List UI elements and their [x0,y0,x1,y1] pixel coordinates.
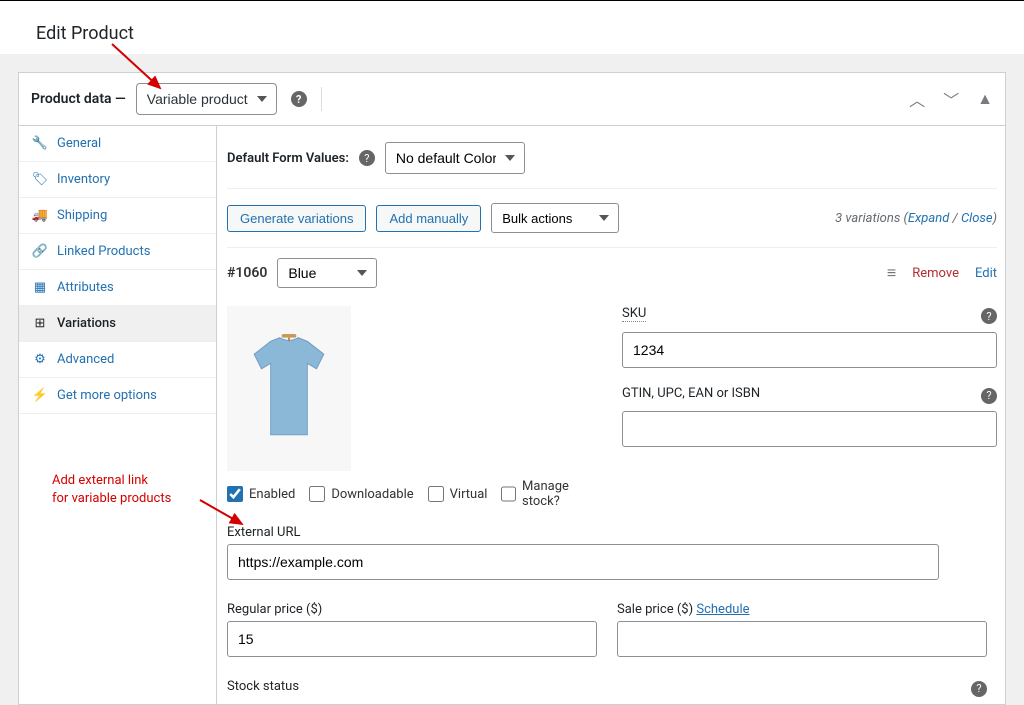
help-icon[interactable]: ? [981,388,997,404]
sale-price-label: Sale price ($) Schedule [617,602,987,617]
help-icon[interactable]: ? [359,150,375,166]
stock-status-label: Stock status [227,679,299,694]
remove-link[interactable]: Remove [912,266,959,281]
sidebar-item-variations[interactable]: ⊞ Variations [19,306,216,342]
wrench-icon: 🔧 [31,136,49,151]
variation-id: #1060 [227,265,267,281]
truck-icon: 🚚 [31,208,49,223]
check-label: Enabled [249,487,295,502]
check-label: Downloadable [331,487,413,502]
manage-stock-checkbox[interactable]: Manage stock? [501,479,602,509]
gear-icon: ⚙ [31,352,49,367]
grid-icon: ▦ [31,280,49,295]
sku-input[interactable] [622,332,997,368]
variation-color-select[interactable]: Blue [277,258,377,288]
arrow-annotation-icon [108,40,168,96]
main-content: Default Form Values: ? No default Color.… [217,126,1005,704]
help-icon[interactable]: ? [291,91,307,107]
regular-price-label: Regular price ($) [227,602,597,617]
chevron-up-icon[interactable]: ︿ [909,87,925,111]
chevron-down-icon[interactable]: ﹀ [943,87,959,111]
sidebar-item-attributes[interactable]: ▦ Attributes [19,270,216,306]
divider [321,87,322,111]
add-manually-button[interactable]: Add manually [376,205,481,232]
sidebar-item-label: Inventory [57,172,110,187]
sidebar-item-label: Shipping [57,208,107,223]
sidebar-item-label: Linked Products [57,244,150,259]
variations-icon: ⊞ [31,316,49,331]
expand-link[interactable]: Expand [908,211,949,226]
sidebar-item-inventory[interactable]: 🏷 Inventory [19,162,216,198]
default-form-label: Default Form Values: [227,151,349,166]
sidebar-item-label: General [57,136,101,151]
help-icon[interactable]: ? [981,308,997,324]
arrow-annotation-icon [196,496,248,530]
external-url-label: External URL [227,525,997,540]
sidebar-item-more[interactable]: ⚡ Get more options [19,378,216,414]
sidebar-item-label: Variations [57,316,116,331]
sale-price-input[interactable] [617,621,987,657]
annotation-text: Add external link for variable products [52,472,171,508]
sidebar-item-label: Get more options [57,388,157,403]
sidebar-item-linked[interactable]: 🔗 Linked Products [19,234,216,270]
product-image[interactable] [227,306,351,471]
downloadable-checkbox[interactable]: Downloadable [309,486,413,502]
gtin-label: GTIN, UPC, EAN or ISBN [622,386,760,401]
tag-icon: 🏷 [31,172,49,187]
menu-icon[interactable]: ≡ [887,263,896,283]
schedule-link[interactable]: Schedule [696,602,749,617]
edit-link[interactable]: Edit [975,266,997,281]
sidebar: 🔧 General 🏷 Inventory 🚚 Shipping 🔗 Linked Pr… [19,126,217,704]
bulk-actions-select[interactable]: Bulk actions [491,203,619,233]
sidebar-item-shipping[interactable]: 🚚 Shipping [19,198,216,234]
virtual-checkbox[interactable]: Virtual [428,486,488,502]
external-url-input[interactable] [227,544,939,580]
sidebar-item-advanced[interactable]: ⚙ Advanced [19,342,216,378]
check-label: Virtual [450,487,488,502]
generate-variations-button[interactable]: Generate variations [227,205,366,232]
sku-label: SKU [622,306,646,322]
link-icon: 🔗 [31,244,49,259]
check-label: Manage stock? [522,479,602,509]
collapse-icon[interactable]: ▲ [977,89,993,109]
product-data-panel: Product data — Variable product ? ︿ ﹀ ▲ … [18,72,1006,705]
help-icon[interactable]: ? [971,681,987,697]
default-color-select[interactable]: No default Color... [385,142,525,174]
regular-price-input[interactable] [227,621,597,657]
sidebar-item-general[interactable]: 🔧 General [19,126,216,162]
sidebar-item-label: Advanced [57,352,114,367]
close-link[interactable]: Close [961,211,993,226]
variations-count: 3 variations (Expand / Close) [835,211,997,226]
sidebar-item-label: Attributes [57,280,114,295]
bolt-icon: ⚡ [31,388,49,403]
gtin-input[interactable] [622,411,997,447]
